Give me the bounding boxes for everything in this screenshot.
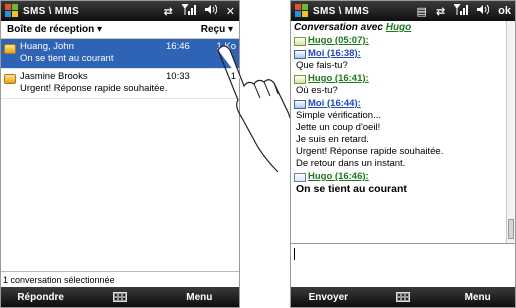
message-preview: On se tient au courant (20, 53, 114, 64)
message-time: 16:46 (166, 41, 190, 52)
message-preview: Urgent! Réponse rapide souhaitée. (20, 83, 168, 94)
conversation-prefix: Conversation avec (294, 22, 383, 33)
message-text: Simple vérification... (296, 110, 382, 121)
keyboard-icon[interactable] (366, 292, 441, 302)
message-text: Jette un coup d'oeil! (296, 122, 381, 133)
message-item[interactable]: Jasmine Brooks 10:33 1 Urgent! Réponse r… (1, 69, 239, 99)
thread-entry: Hugo (16:46): (294, 171, 512, 183)
envelope-icon (294, 172, 306, 182)
app-title: SMS \ MMS (313, 5, 370, 17)
signal-icon (180, 3, 196, 18)
softkey-bar: Répondre Menu (1, 287, 239, 307)
thread-entry: Moi (16:38): (294, 48, 512, 60)
volume-icon[interactable] (204, 4, 218, 18)
ok-button[interactable]: ok (498, 5, 511, 17)
message-text: De retour dans un instant. (296, 158, 406, 169)
windows-flag-icon[interactable] (295, 4, 309, 18)
keyboard-icon[interactable] (80, 292, 159, 302)
sort-label: Reçu (200, 24, 226, 35)
signal-icon (453, 3, 469, 18)
chevron-down-icon: ▾ (97, 24, 103, 35)
send-softkey[interactable]: Envoyer (291, 292, 366, 303)
app-title: SMS \ MMS (23, 5, 80, 17)
title-bar: SMS \ MMS ▤ ⇄ ok (291, 1, 515, 21)
inbox-screen: SMS \ MMS ⇄ ✕ Boîte de réception ▾ Reçu … (0, 0, 240, 308)
received-message-icon (294, 36, 306, 46)
thread-entry: Hugo (05:07): (294, 35, 512, 47)
sort-dropdown[interactable]: Reçu ▾ (201, 24, 233, 35)
message-sender: Huang, John (20, 41, 74, 52)
message-text: Urgent! Réponse rapide souhaitée. (296, 146, 444, 157)
selection-status: 1 conversation sélectionnée (1, 271, 239, 287)
message-text: Où es-tu? (296, 85, 338, 96)
contact-link[interactable]: Hugo (386, 22, 412, 33)
text-caret (294, 248, 295, 260)
message-sender: Jasmine Brooks (20, 71, 88, 82)
message-text: On se tient au courant (296, 183, 407, 195)
windows-flag-icon[interactable] (5, 4, 19, 18)
message-icon: ▤ (416, 5, 427, 18)
sync-icon: ⇄ (435, 5, 446, 18)
message-text: Que fais-tu? (296, 60, 348, 71)
sent-message-icon (294, 99, 306, 109)
softkey-bar: Envoyer Menu (291, 287, 515, 307)
menu-softkey[interactable]: Menu (440, 292, 515, 303)
title-bar: SMS \ MMS ⇄ ✕ (1, 1, 239, 21)
sender-link[interactable]: Moi (16:44): (308, 98, 361, 110)
folder-bar: Boîte de réception ▾ Reçu ▾ (1, 21, 239, 39)
message-text: Je suis en retard. (296, 134, 369, 145)
envelope-icon (4, 44, 16, 54)
folder-label: Boîte de réception (7, 24, 95, 35)
conversation-header: Conversation avec Hugo (294, 22, 512, 34)
received-message-icon (294, 74, 306, 84)
volume-icon[interactable] (477, 4, 490, 18)
message-item[interactable]: Huang, John 16:46 1 Ko On se tient au co… (1, 39, 239, 69)
compose-field[interactable] (291, 243, 515, 269)
close-icon[interactable]: ✕ (226, 5, 235, 18)
reply-softkey[interactable]: Répondre (1, 292, 80, 303)
folder-dropdown[interactable]: Boîte de réception ▾ (7, 24, 102, 35)
thread-entry: Moi (16:44): (294, 98, 512, 110)
menu-softkey[interactable]: Menu (160, 292, 239, 303)
scrollbar[interactable] (506, 21, 515, 243)
scrollbar-thumb[interactable] (508, 219, 514, 239)
sync-icon: ⇄ (163, 5, 173, 18)
thread-entry: Hugo (16:41): (294, 73, 512, 85)
sender-link[interactable]: Hugo (05:07): (308, 35, 369, 47)
chevron-down-icon: ▾ (227, 24, 233, 35)
message-time: 10:33 (166, 71, 190, 82)
sender-link[interactable]: Hugo (16:46): (308, 171, 369, 183)
conversation-screen: SMS \ MMS ▤ ⇄ ok Conversation avec Hugo … (290, 0, 516, 308)
envelope-icon (4, 74, 16, 84)
conversation-thread: Conversation avec Hugo Hugo (05:07): Moi… (291, 21, 515, 195)
sender-link[interactable]: Hugo (16:41): (308, 73, 369, 85)
sender-link[interactable]: Moi (16:38): (308, 48, 361, 60)
sent-message-icon (294, 49, 306, 59)
